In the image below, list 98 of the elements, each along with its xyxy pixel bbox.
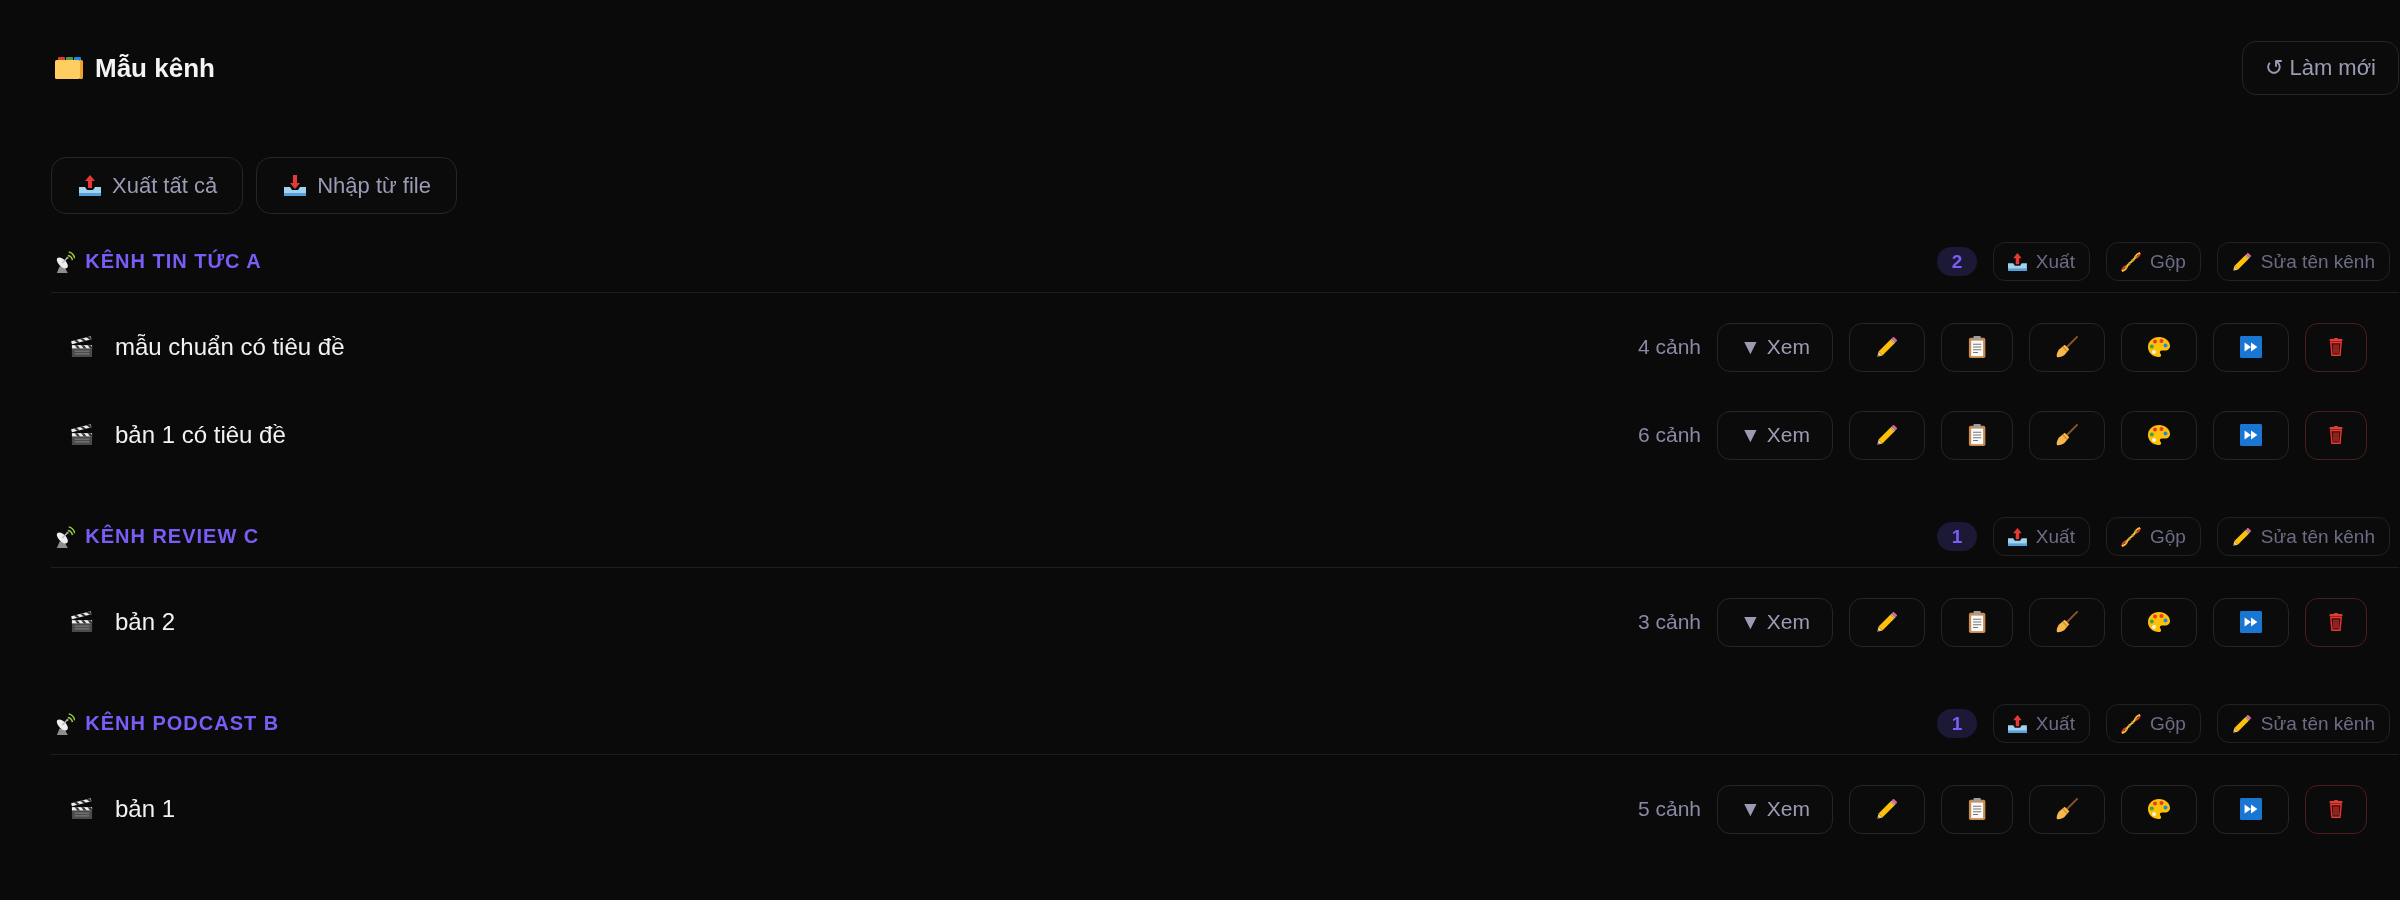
fast-forward-icon	[2240, 424, 2262, 446]
broom-button[interactable]	[2029, 410, 2105, 460]
scene-count: 5 cảnh	[1637, 797, 1701, 821]
palette-icon	[2148, 425, 2170, 445]
scene-count: 6 cảnh	[1637, 423, 1701, 447]
trash-icon	[2329, 338, 2343, 356]
edit-button[interactable]	[1849, 410, 1925, 460]
edit-button[interactable]	[1849, 597, 1925, 647]
pencil-icon	[1876, 611, 1898, 633]
count-badge: 2	[1936, 247, 1977, 276]
palette-icon	[2148, 612, 2170, 632]
view-button[interactable]: ▼ Xem	[1717, 322, 1833, 372]
refresh-button[interactable]: ↺ Làm mới	[2241, 41, 2399, 95]
satellite-dish-icon	[55, 250, 76, 273]
clipboard-icon	[1967, 336, 1987, 358]
template-name: bản 1 có tiêu đề	[115, 421, 286, 449]
clapperboard-icon	[71, 424, 93, 446]
clipboard-button[interactable]	[1941, 322, 2013, 372]
clipboard-icon	[1967, 611, 1987, 633]
channel-name: KÊNH PODCAST B	[85, 712, 280, 735]
trash-icon	[2329, 800, 2343, 818]
delete-button[interactable]	[2305, 784, 2367, 834]
broom-button[interactable]	[2029, 322, 2105, 372]
edit-button[interactable]	[1849, 322, 1925, 372]
satellite-dish-icon	[55, 525, 76, 548]
fast-forward-icon	[2240, 611, 2262, 633]
scene-count: 3 cảnh	[1637, 610, 1701, 634]
inbox-tray-icon	[284, 175, 307, 196]
rename-button[interactable]: Sửa tên kênh	[2216, 704, 2390, 743]
dna-icon	[2120, 251, 2141, 272]
broom-icon	[2056, 611, 2078, 633]
count-badge: 1	[1936, 709, 1977, 738]
view-button[interactable]: ▼ Xem	[1717, 784, 1833, 834]
scene-count: 4 cảnh	[1637, 335, 1701, 359]
palette-button[interactable]	[2121, 784, 2197, 834]
fast-forward-button[interactable]	[2213, 410, 2289, 460]
merge-button[interactable]: Gộp	[2105, 704, 2201, 743]
fast-forward-button[interactable]	[2213, 784, 2289, 834]
clipboard-button[interactable]	[1941, 784, 2013, 834]
clipboard-icon	[1967, 798, 1987, 820]
export-all-button[interactable]: Xuất tất cả	[51, 157, 244, 214]
broom-button[interactable]	[2029, 597, 2105, 647]
pencil-icon	[1876, 798, 1898, 820]
view-button[interactable]: ▼ Xem	[1717, 597, 1833, 647]
folder-icon	[55, 57, 83, 79]
clapperboard-icon	[71, 336, 93, 358]
trash-icon	[2329, 426, 2343, 444]
fast-forward-button[interactable]	[2213, 322, 2289, 372]
palette-button[interactable]	[2121, 597, 2197, 647]
outbox-tray-icon	[2007, 527, 2027, 546]
delete-button[interactable]	[2305, 410, 2367, 460]
broom-button[interactable]	[2029, 784, 2105, 834]
import-file-button[interactable]: Nhập từ file	[256, 157, 457, 214]
pencil-icon	[2231, 251, 2252, 272]
export-button[interactable]: Xuất	[1992, 517, 2090, 556]
rename-button[interactable]: Sửa tên kênh	[2216, 242, 2390, 281]
fast-forward-button[interactable]	[2213, 597, 2289, 647]
pencil-icon	[1876, 424, 1898, 446]
clapperboard-icon	[71, 611, 93, 633]
fast-forward-icon	[2240, 798, 2262, 820]
pencil-icon	[2231, 526, 2252, 547]
export-button[interactable]: Xuất	[1992, 704, 2090, 743]
clapperboard-icon	[71, 798, 93, 820]
dna-icon	[2120, 713, 2141, 734]
count-badge: 1	[1936, 522, 1977, 551]
template-name: bản 2	[115, 608, 176, 636]
page-title: Mẫu kênh	[95, 52, 215, 84]
outbox-tray-icon	[79, 175, 101, 196]
channel-name: KÊNH REVIEW C	[85, 525, 260, 548]
clipboard-button[interactable]	[1941, 597, 2013, 647]
channel-name: KÊNH TIN TỨC A	[85, 250, 262, 273]
delete-button[interactable]	[2305, 322, 2367, 372]
broom-icon	[2056, 798, 2078, 820]
pencil-icon	[2231, 713, 2252, 734]
delete-button[interactable]	[2305, 597, 2367, 647]
outbox-tray-icon	[2007, 252, 2027, 271]
clipboard-icon	[1967, 424, 1987, 446]
palette-icon	[2148, 337, 2170, 357]
outbox-tray-icon	[2007, 714, 2027, 733]
satellite-dish-icon	[55, 712, 76, 735]
palette-icon	[2148, 799, 2170, 819]
template-name: mẫu chuẩn có tiêu đề	[115, 333, 345, 361]
palette-button[interactable]	[2121, 410, 2197, 460]
palette-button[interactable]	[2121, 322, 2197, 372]
rename-button[interactable]: Sửa tên kênh	[2216, 517, 2390, 556]
template-name: bản 1	[115, 795, 176, 823]
clipboard-button[interactable]	[1941, 410, 2013, 460]
edit-button[interactable]	[1849, 784, 1925, 834]
export-button[interactable]: Xuất	[1992, 242, 2090, 281]
trash-icon	[2329, 613, 2343, 631]
broom-icon	[2056, 336, 2078, 358]
broom-icon	[2056, 424, 2078, 446]
view-button[interactable]: ▼ Xem	[1717, 410, 1833, 460]
dna-icon	[2120, 526, 2141, 547]
merge-button[interactable]: Gộp	[2105, 242, 2201, 281]
pencil-icon	[1876, 336, 1898, 358]
merge-button[interactable]: Gộp	[2105, 517, 2201, 556]
fast-forward-icon	[2240, 336, 2262, 358]
